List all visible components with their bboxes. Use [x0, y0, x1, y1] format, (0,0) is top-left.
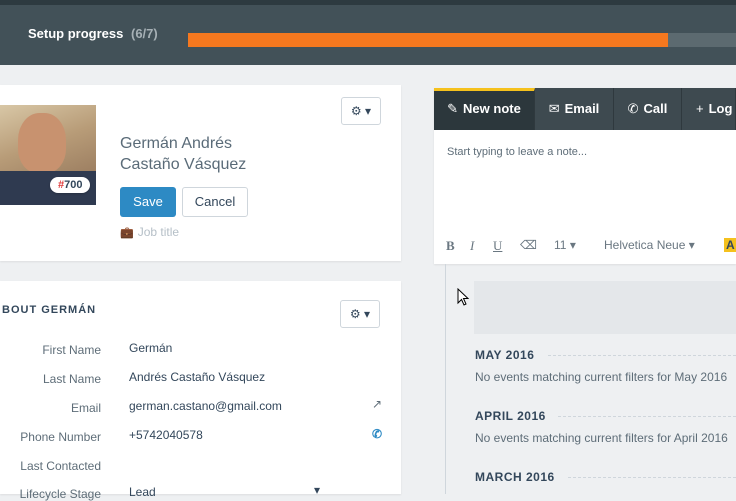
- tab-email-label: Email: [564, 101, 600, 116]
- caret-down-icon: ▾: [365, 104, 372, 118]
- badge-number: 700: [64, 179, 83, 191]
- email-value[interactable]: german.castano@gmail.com: [129, 399, 282, 413]
- contact-id-badge: #700: [50, 177, 91, 193]
- month-heading-march: MARCH 2016: [475, 470, 555, 484]
- first-name-label: First Name: [42, 343, 101, 357]
- plus-icon: +: [696, 101, 704, 116]
- tab-call[interactable]: ✆ Call: [614, 88, 682, 130]
- tab-new-note-label: New note: [463, 101, 521, 116]
- contact-name-line-1: Germán Andrés: [120, 135, 233, 152]
- empty-events-message: No events matching current filters for M…: [475, 370, 728, 384]
- italic-button[interactable]: I: [470, 238, 474, 254]
- profile-card: #700 Germán Andrés Castaño Vásquez Save …: [0, 85, 401, 261]
- caret-down-icon: ▾: [569, 238, 576, 252]
- month-heading-may: MAY 2016: [475, 348, 535, 362]
- tab-log-label: Log: [708, 101, 733, 116]
- font-size-select[interactable]: 11 ▾: [554, 238, 576, 252]
- tab-new-note[interactable]: ✎ New note: [434, 88, 535, 130]
- phone-number-label: Phone Number: [20, 430, 101, 444]
- job-title-field[interactable]: 💼 Job title: [120, 225, 179, 239]
- briefcase-icon: 💼: [120, 227, 134, 239]
- tab-email[interactable]: ✉ Email: [535, 88, 614, 130]
- profile-settings-button[interactable]: ⚙ ▾: [341, 97, 381, 125]
- setup-progress-label: Setup progress: [28, 26, 124, 41]
- last-name-value[interactable]: Andrés Castaño Vásquez: [129, 370, 265, 384]
- month-heading-april: APRIL 2016: [475, 409, 546, 423]
- job-title-placeholder: Job title: [137, 225, 180, 239]
- setup-progress-count: (6/7): [130, 26, 158, 41]
- eraser-icon[interactable]: ⌫: [520, 238, 537, 252]
- highlight-button[interactable]: A: [724, 238, 736, 252]
- contact-name-line-2: Castaño Vásquez: [120, 156, 247, 173]
- email-label: Email: [70, 401, 101, 415]
- font-size-value: 11: [554, 238, 567, 252]
- call-icon[interactable]: ✆: [372, 427, 382, 441]
- last-name-label: Last Name: [42, 372, 101, 386]
- contact-name-field[interactable]: Germán Andrés Castaño Vásquez: [120, 133, 246, 175]
- last-contacted-label: Last Contacted: [20, 459, 101, 473]
- underline-button[interactable]: U: [493, 238, 502, 254]
- font-family-value: Helvetica Neue: [604, 238, 686, 252]
- tab-call-label: Call: [643, 101, 668, 116]
- save-button[interactable]: Save: [120, 187, 176, 217]
- setup-progress-bar: Setup progress (6/7): [0, 0, 736, 65]
- cancel-button[interactable]: Cancel: [182, 187, 248, 217]
- timeline-filter-box[interactable]: [474, 281, 736, 334]
- month-divider: [568, 477, 736, 478]
- gear-icon: ⚙: [350, 104, 362, 118]
- about-card: BOUT GERMÁN ⚙ ▾ First Name Germán Last N…: [0, 281, 401, 501]
- month-divider: [548, 355, 736, 356]
- external-link-icon[interactable]: ↗: [372, 397, 382, 411]
- note-input[interactable]: Start typing to leave a note...: [447, 146, 587, 158]
- progress-fill: [188, 33, 668, 47]
- empty-events-message: No events matching current filters for A…: [475, 431, 728, 445]
- tab-log[interactable]: + Log: [682, 88, 736, 130]
- setup-progress-title: Setup progress (6/7): [28, 26, 158, 41]
- progress-track: [188, 33, 736, 47]
- phone-icon: ✆: [627, 101, 639, 116]
- avatar-face: [18, 113, 66, 173]
- about-title: BOUT GERMÁN: [2, 304, 97, 316]
- activity-tabs: ✎ New note ✉ Email ✆ Call + Log: [434, 88, 736, 130]
- activity-editor: ✎ New note ✉ Email ✆ Call + Log Start typing…: [434, 88, 736, 264]
- mouse-cursor-icon: [457, 288, 470, 306]
- gear-icon: ⚙: [349, 307, 361, 321]
- lifecycle-stage-value[interactable]: Lead: [129, 485, 156, 499]
- edit-icon: ✎: [447, 101, 459, 116]
- month-divider: [558, 416, 736, 417]
- phone-number-value[interactable]: +5742040578: [129, 428, 203, 442]
- font-family-select[interactable]: Helvetica Neue ▾: [604, 238, 695, 252]
- lifecycle-stage-label: Lifecycle Stage: [19, 487, 101, 501]
- envelope-icon: ✉: [548, 101, 560, 116]
- bold-button[interactable]: B: [446, 238, 455, 254]
- caret-down-icon: ▾: [688, 238, 695, 252]
- about-settings-button[interactable]: ⚙ ▾: [340, 300, 380, 328]
- caret-down-icon[interactable]: ▾: [314, 483, 320, 497]
- timeline-line: [445, 264, 446, 494]
- caret-down-icon: ▾: [364, 307, 371, 321]
- first-name-value[interactable]: Germán: [129, 341, 172, 355]
